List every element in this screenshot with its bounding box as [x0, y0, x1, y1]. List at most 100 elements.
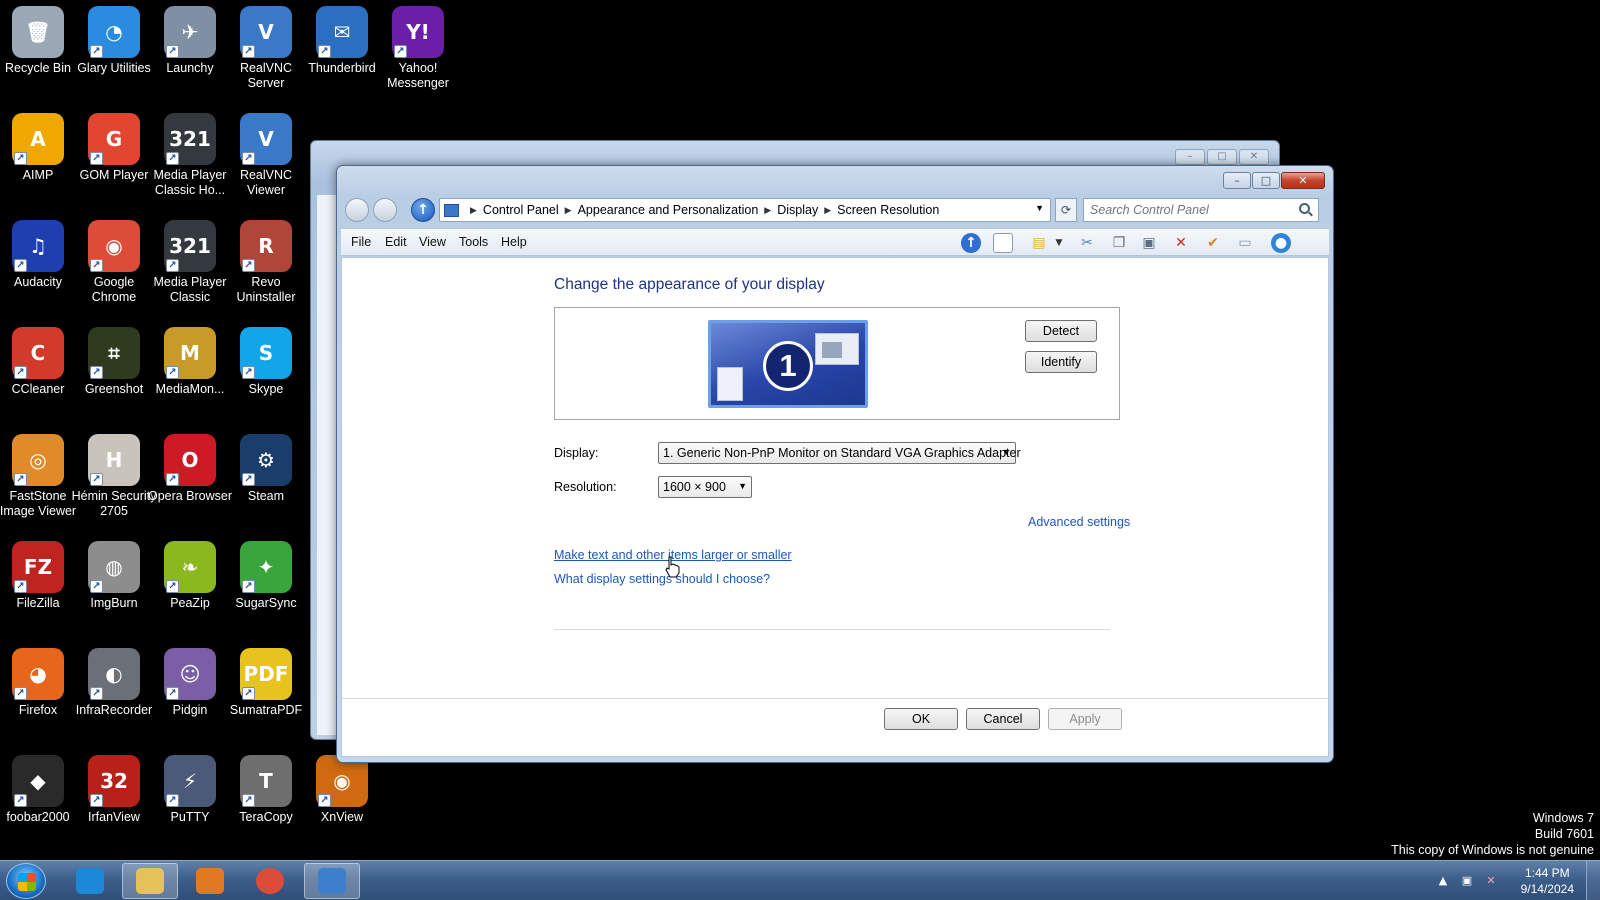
show-desktop-button[interactable]	[1586, 861, 1600, 900]
chevron-down-icon[interactable]: ▼	[1035, 203, 1044, 213]
desktop-icon[interactable]: ◉ ↗ Google Chrome	[76, 214, 152, 314]
yahoo-messenger-icon: Y! ↗	[392, 6, 444, 58]
chevron-right-icon[interactable]: ▶	[764, 205, 771, 216]
volume-muted-icon[interactable]: ✕	[1484, 874, 1498, 888]
desktop-icon[interactable]: 32 ↗ IrfanView	[76, 749, 152, 849]
desktop-icon[interactable]: G ↗ GOM Player	[76, 107, 152, 207]
delete-icon[interactable]: ✕	[1171, 233, 1191, 253]
desktop-icon[interactable]: ◉ ↗ XnView	[304, 749, 380, 849]
desktop-icon[interactable]: 🗑 Recycle Bin	[0, 0, 76, 100]
properties-icon[interactable]: ▭	[1235, 233, 1255, 253]
breadcrumb-control-panel[interactable]: Control Panel	[483, 203, 559, 217]
maximize-icon[interactable]: □	[1207, 149, 1237, 165]
desktop-icon[interactable]: 321 ↗ Media Player Classic	[152, 214, 228, 314]
address-bar[interactable]: ▶ Control Panel ▶ Appearance and Persona…	[439, 198, 1051, 222]
desktop-icon[interactable]: ✦ ↗ SugarSync	[228, 535, 304, 635]
search-input[interactable]	[1083, 198, 1319, 222]
taskbar-button[interactable]	[122, 863, 178, 899]
skype-icon: S ↗	[240, 327, 292, 379]
desktop-icon[interactable]: ⚙ ↗ Steam	[228, 428, 304, 528]
menu-file[interactable]: File	[351, 235, 371, 249]
menu-help[interactable]: Help	[501, 235, 527, 249]
desktop-icon[interactable]: C ↗ CCleaner	[0, 321, 76, 421]
minimize-button[interactable]: –	[1223, 172, 1251, 189]
resolution-select-value: 1600 × 900	[663, 480, 726, 494]
menu-tools[interactable]: Tools	[459, 235, 488, 249]
breadcrumb-appearance[interactable]: Appearance and Personalization	[578, 203, 759, 217]
menu-view[interactable]: View	[419, 235, 446, 249]
taskbar-button[interactable]	[62, 863, 118, 899]
desktop-icon[interactable]: H ↗ Hémin Security 2705	[72, 428, 156, 528]
breadcrumb-display[interactable]: Display	[777, 203, 818, 217]
desktop-icon[interactable]: ◔ ↗ Glary Utilities	[76, 0, 152, 100]
desktop-icon[interactable]: ⚡ ↗ PuTTY	[152, 749, 228, 849]
desktop-icon[interactable]: ✉ ↗ Thunderbird	[304, 0, 380, 100]
help-icon[interactable]: ●	[1271, 233, 1291, 253]
refresh-button[interactable]: ⟳	[1055, 198, 1077, 222]
desktop-icon[interactable]: ◐ ↗ InfraRecorder	[76, 642, 152, 742]
folder-options-icon[interactable]: ▤	[1029, 233, 1049, 253]
start-button[interactable]	[6, 863, 46, 899]
menu-edit[interactable]: Edit	[385, 235, 407, 249]
cancel-button[interactable]: Cancel	[966, 708, 1040, 730]
desktop-icon-label: Audacity	[14, 275, 62, 289]
desktop-icon[interactable]: ◎ ↗ FastStone Image Viewer	[0, 428, 76, 528]
desktop-icon[interactable]: 321 ↗ Media Player Classic Ho...	[152, 107, 228, 207]
desktop-icon[interactable]: S ↗ Skype	[228, 321, 304, 421]
back-button[interactable]	[345, 198, 369, 222]
close-icon[interactable]: ✕	[1239, 149, 1269, 165]
desktop-icon[interactable]: ❧ ↗ PeaZip	[152, 535, 228, 635]
desktop-icon[interactable]: ☺ ↗ Pidgin	[152, 642, 228, 742]
apply-button[interactable]: Apply	[1048, 708, 1122, 730]
detect-button[interactable]: Detect	[1025, 320, 1097, 342]
forward-button[interactable]	[373, 198, 397, 222]
desktop-icon[interactable]: PDF ↗ SumatraPDF	[228, 642, 304, 742]
desktop-icon[interactable]: ✈ ↗ Launchy	[152, 0, 228, 100]
search-icon[interactable]	[1299, 203, 1310, 214]
maximize-button[interactable]: □	[1252, 172, 1280, 189]
desktop-icon[interactable]: Y! ↗ Yahoo! Messenger	[380, 0, 456, 100]
up-button[interactable]: ↑	[411, 198, 435, 222]
shortcut-arrow-icon: ↗	[318, 794, 331, 807]
desktop-icon[interactable]: ◍ ↗ ImgBurn	[76, 535, 152, 635]
clock[interactable]: 1:44 PM 9/14/2024	[1521, 865, 1574, 897]
taskbar-button[interactable]	[182, 863, 238, 899]
taskbar-button[interactable]	[304, 863, 360, 899]
desktop-icon[interactable]: ♫ ↗ Audacity	[0, 214, 76, 314]
desktop-icon[interactable]: A ↗ AIMP	[0, 107, 76, 207]
close-button[interactable]: ✕	[1281, 172, 1325, 189]
cut-icon[interactable]: ✂	[1077, 233, 1097, 253]
desktop-icon[interactable]: R ↗ Revo Uninstaller	[228, 214, 304, 314]
desktop-icon[interactable]: V ↗ RealVNC Server	[228, 0, 304, 100]
desktop-icon[interactable]: FZ ↗ FileZilla	[0, 535, 76, 635]
checkmark-icon[interactable]: ✔	[1203, 233, 1223, 253]
display-settings-help-link[interactable]: What display settings should I choose?	[554, 572, 770, 586]
peazip-icon: ❧ ↗	[164, 541, 216, 593]
minimize-icon[interactable]: –	[1175, 149, 1205, 165]
breadcrumb-screen-resolution[interactable]: Screen Resolution	[837, 203, 939, 217]
resolution-select[interactable]: 1600 × 900 ▼	[658, 476, 752, 498]
pane-icon[interactable]	[993, 233, 1013, 253]
identify-button[interactable]: Identify	[1025, 351, 1097, 373]
desktop-icon[interactable]: T ↗ TeraCopy	[228, 749, 304, 849]
taskbar-button[interactable]	[242, 863, 298, 899]
desktop-icon[interactable]: O ↗ Opera Browser	[148, 428, 232, 528]
network-icon[interactable]: ▣	[1460, 874, 1474, 888]
advanced-settings-link[interactable]: Advanced settings	[1028, 515, 1130, 529]
chevron-down-icon[interactable]: ▼	[1049, 233, 1069, 253]
desktop-icon[interactable]: ◆ ↗ foobar2000	[0, 749, 76, 849]
up-arrow-icon[interactable]: ↑	[961, 233, 981, 253]
show-hidden-icons-icon[interactable]: ▲	[1436, 874, 1450, 888]
desktop-icon[interactable]: ◕ ↗ Firefox	[0, 642, 76, 742]
chevron-right-icon[interactable]: ▶	[824, 205, 831, 216]
ok-button[interactable]: OK	[884, 708, 958, 730]
copy-icon[interactable]: ❐	[1109, 233, 1129, 253]
paste-icon[interactable]: ▣	[1139, 233, 1159, 253]
desktop-icon[interactable]: V ↗ RealVNC Viewer	[228, 107, 304, 207]
chevron-right-icon[interactable]: ▶	[470, 205, 477, 216]
chevron-right-icon[interactable]: ▶	[565, 205, 572, 216]
desktop-icon[interactable]: ⌗ ↗ Greenshot	[76, 321, 152, 421]
monitor-1-tile[interactable]: 1	[708, 320, 868, 408]
display-select[interactable]: 1. Generic Non-PnP Monitor on Standard V…	[658, 442, 1021, 464]
desktop-icon[interactable]: M ↗ MediaMon...	[152, 321, 228, 421]
